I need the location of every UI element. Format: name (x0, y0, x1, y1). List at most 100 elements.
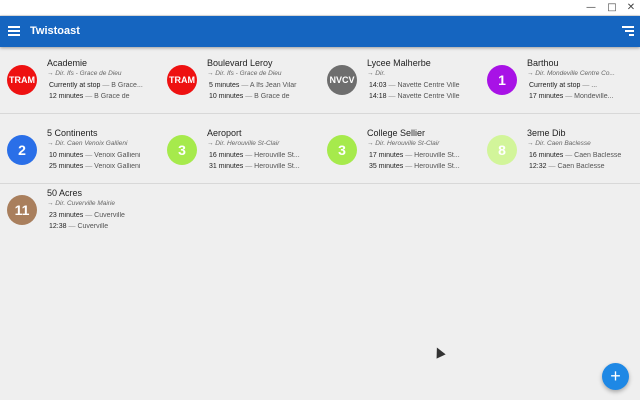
departure-row: 5 minutes — A Ifs Jean Vilar (209, 82, 312, 89)
departure-row: 17 minutes — Herouville St... (369, 152, 472, 159)
separator: — (245, 93, 253, 100)
departure-row: 35 minutes — Herouville St... (369, 163, 472, 170)
departure-row: 16 minutes — Herouville St... (209, 152, 312, 159)
departure-row: 14:18 — Navette Centre Ville (369, 93, 472, 100)
departure-destination: Cuverville (77, 223, 109, 230)
departure-row: Currently at stop — ... (529, 82, 632, 89)
close-button[interactable]: ✕ (622, 0, 640, 16)
separator: — (405, 152, 413, 159)
departure-row: 17 minutes — Mondeville... (529, 93, 632, 100)
line-badge: 8 (487, 135, 517, 165)
stop-name: Boulevard Leroy (207, 58, 273, 68)
departure-destination: Cuverville (94, 212, 125, 219)
maximize-button[interactable]: □ (603, 0, 621, 16)
line-badge: TRAM (167, 65, 197, 95)
departure-time: 16 minutes (529, 152, 564, 159)
departure-destination: Caen Baclesse (574, 152, 622, 159)
departure-time: 25 minutes (49, 163, 84, 170)
separator: — (548, 163, 556, 170)
separator: — (85, 93, 93, 100)
line-badge: TRAM (7, 65, 37, 95)
separator: — (68, 223, 76, 230)
departure-time: 10 minutes (209, 93, 244, 100)
line-badge: 1 (487, 65, 517, 95)
departure-destination: A Ifs Jean Vilar (249, 82, 297, 89)
app-bar: Twistoast (0, 16, 640, 47)
separator: — (85, 212, 93, 219)
departure-time: 12:38 (49, 223, 67, 230)
add-stop-button[interactable]: + (602, 363, 629, 390)
departure-row: 12:38 — Cuverville (49, 223, 152, 230)
sort-icon[interactable] (622, 26, 634, 36)
stop-item[interactable]: 11 50 Acres → Dir. Cuverville Mairie 23 min… (0, 185, 155, 245)
departure-time: Currently at stop (529, 82, 581, 89)
stop-name: 3eme Dib (527, 128, 566, 138)
stop-direction: → Dir. Caen Venoix Gallieni (47, 140, 128, 147)
separator: — (102, 82, 110, 89)
departure-time: 14:18 (369, 93, 387, 100)
stop-name: Barthou (527, 58, 559, 68)
departure-row: 16 minutes — Caen Baclesse (529, 152, 632, 159)
departure-destination: ... (591, 82, 598, 89)
stop-direction: → Dir. Cuverville Mairie (47, 200, 116, 207)
stop-direction: → Dir. Mondeville Centre Co... (527, 70, 615, 77)
separator: — (85, 152, 93, 159)
stop-item[interactable]: 8 3eme Dib → Dir. Caen Baclesse 16 minutes … (480, 125, 635, 185)
stop-direction: → Dir. Caen Baclesse (527, 140, 591, 147)
separator: — (565, 152, 573, 159)
stop-name: 50 Acres (47, 188, 83, 198)
departure-destination: Herouville St... (254, 163, 300, 170)
departure-time: 31 minutes (209, 163, 244, 170)
stop-item[interactable]: TRAM Boulevard Leroy → Dir. Ifs - Grace de… (160, 55, 315, 115)
separator: — (405, 163, 413, 170)
departure-destination: B Grace... (111, 82, 143, 89)
window-titlebar: — □ ✕ (0, 0, 640, 16)
mouse-cursor-icon (432, 345, 446, 359)
departure-destination: Venoix Gallieni (94, 163, 141, 170)
departure-destination: Herouville St... (414, 152, 460, 159)
stop-direction: → Dir. Ifs - Grace de Dieu (207, 70, 282, 77)
departure-row: 31 minutes — Herouville St... (209, 163, 312, 170)
minimize-button[interactable]: — (582, 0, 600, 16)
stop-item[interactable]: 1 Barthou → Dir. Mondeville Centre Co... Cu… (480, 55, 635, 115)
stop-item[interactable]: 3 College Sellier → Dir. Herouville St-Cla… (320, 125, 475, 185)
separator: — (245, 163, 253, 170)
separator: — (388, 93, 396, 100)
departure-time: 12:32 (529, 163, 547, 170)
separator: — (85, 163, 93, 170)
stop-item[interactable]: TRAM Academie → Dir. Ifs - Grace de Dieu Cu… (0, 55, 155, 115)
departure-time: Currently at stop (49, 82, 101, 89)
stop-item[interactable]: 2 5 Continents → Dir. Caen Venoix Gallieni… (0, 125, 155, 185)
stop-direction: → Dir. Herouville St-Clair (207, 140, 280, 147)
departure-row: 25 minutes — Venoix Gallieni (49, 163, 152, 170)
hamburger-menu-icon[interactable] (8, 26, 20, 36)
stop-item[interactable]: NVCV Lycee Malherbe → Dir. 14:03 — Navette … (320, 55, 475, 115)
departure-time: 12 minutes (49, 93, 84, 100)
stop-name: Aeroport (207, 128, 242, 138)
row-divider (0, 183, 640, 184)
stop-direction: → Dir. Herouville St-Clair (367, 140, 440, 147)
separator: — (245, 152, 253, 159)
departure-destination: Navette Centre Ville (397, 93, 460, 100)
app-title: Twistoast (30, 25, 80, 37)
stop-name: Academie (47, 58, 88, 68)
separator: — (241, 82, 249, 89)
departure-destination: Mondeville... (574, 93, 614, 100)
line-badge: 11 (7, 195, 37, 225)
line-badge: 3 (327, 135, 357, 165)
stop-item[interactable]: 3 Aeroport → Dir. Herouville St-Clair 16 mi… (160, 125, 315, 185)
departure-destination: Herouville St... (254, 152, 300, 159)
departure-destination: B Grace de (94, 93, 130, 100)
line-badge: NVCV (327, 65, 357, 95)
departure-time: 35 minutes (369, 163, 404, 170)
stop-name: Lycee Malherbe (367, 58, 431, 68)
departure-destination: Navette Centre Ville (397, 82, 460, 89)
departure-time: 14:03 (369, 82, 387, 89)
departure-destination: Herouville St... (414, 163, 460, 170)
stop-name: College Sellier (367, 128, 426, 138)
separator: — (388, 82, 396, 89)
row-divider (0, 113, 640, 114)
stop-name: 5 Continents (47, 128, 98, 138)
departure-row: 10 minutes — B Grace de (209, 93, 312, 100)
departure-destination: Caen Baclesse (557, 163, 605, 170)
